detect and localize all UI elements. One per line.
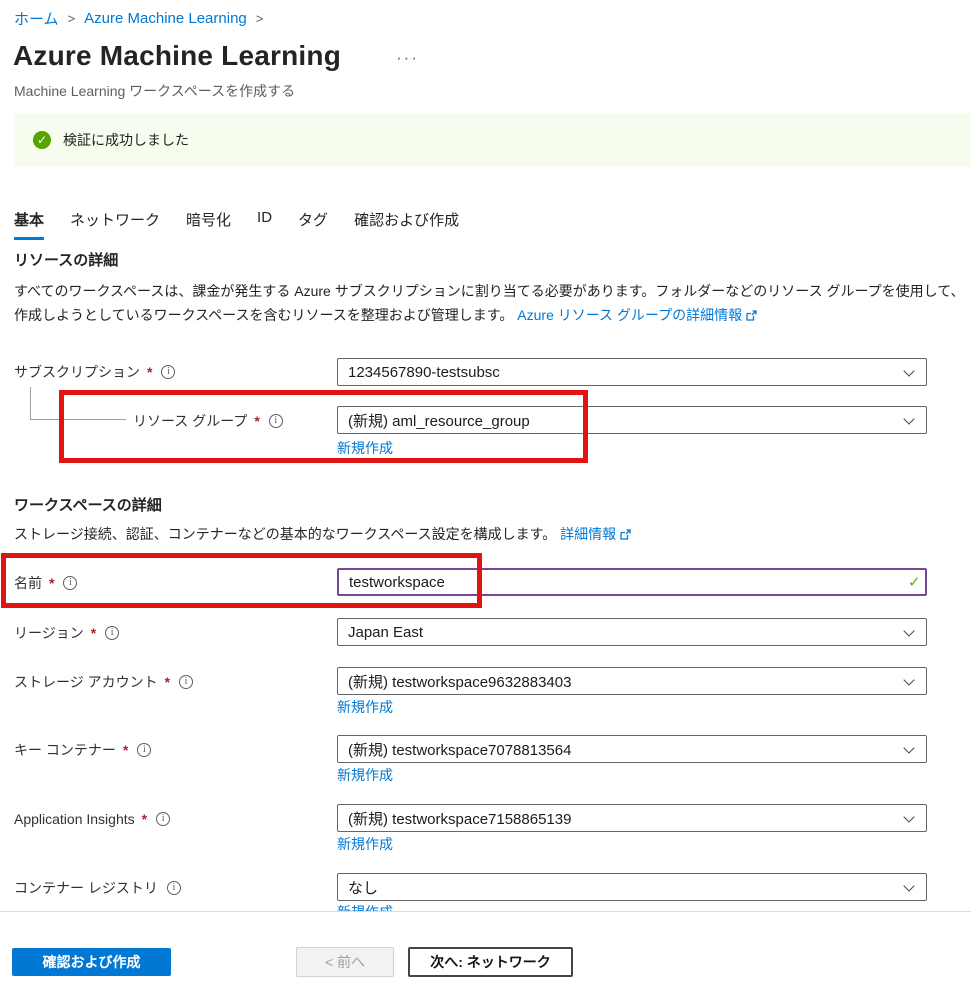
- section-heading-resource-details: リソースの詳細: [14, 249, 118, 270]
- chevron-down-icon: [903, 413, 914, 424]
- resource-details-description: すべてのワークスペースは、課金が発生する Azure サブスクリプションに割り当…: [14, 279, 965, 328]
- subscription-value: 1234567890-testsubsc: [348, 364, 500, 381]
- storage-account-label-text: ストレージ アカウント: [14, 672, 158, 692]
- validation-check-icon: ✓: [908, 573, 921, 591]
- region-label-text: リージョン: [14, 623, 84, 643]
- wizard-footer: 確認および作成 < 前へ 次へ: ネットワーク: [0, 911, 971, 988]
- field-hierarchy-connector: [30, 387, 126, 420]
- resource-group-dropdown[interactable]: (新規) aml_resource_group: [337, 406, 927, 434]
- section-heading-workspace-details: ワークスペースの詳細: [14, 494, 162, 515]
- required-marker: *: [165, 674, 170, 690]
- storage-account-label: ストレージ アカウント * i: [14, 672, 193, 692]
- resource-description-line2: 作成しようとしているワークスペースを含むリソースを整理および管理します。: [14, 307, 513, 323]
- create-new-key-vault-link[interactable]: 新規作成: [337, 765, 393, 785]
- application-insights-dropdown[interactable]: (新規) testworkspace7158865139: [337, 804, 927, 832]
- create-new-storage-link[interactable]: 新規作成: [337, 697, 393, 717]
- resource-group-value: (新規) aml_resource_group: [348, 410, 530, 431]
- key-vault-label: キー コンテナー * i: [14, 740, 151, 760]
- chevron-down-icon: [903, 625, 914, 636]
- container-registry-label-text: コンテナー レジストリ: [14, 878, 158, 898]
- application-insights-value: (新規) testworkspace7158865139: [348, 808, 571, 829]
- key-vault-dropdown[interactable]: (新規) testworkspace7078813564: [337, 735, 927, 763]
- workspace-name-input[interactable]: [337, 568, 927, 596]
- subscription-label: サブスクリプション * i: [14, 362, 175, 382]
- storage-account-value: (新規) testworkspace9632883403: [348, 671, 571, 692]
- name-label: 名前 * i: [14, 573, 77, 593]
- info-icon[interactable]: i: [179, 675, 193, 689]
- application-insights-label: Application Insights * i: [14, 809, 170, 829]
- chevron-down-icon: [903, 674, 914, 685]
- breadcrumb-aml-link[interactable]: Azure Machine Learning: [84, 10, 247, 27]
- success-check-icon: ✓: [33, 131, 51, 149]
- breadcrumb-separator: >: [256, 11, 264, 26]
- region-value: Japan East: [348, 624, 423, 641]
- tab-identity[interactable]: ID: [257, 209, 272, 240]
- container-registry-value: なし: [348, 877, 378, 898]
- chevron-down-icon: [903, 365, 914, 376]
- tab-basics[interactable]: 基本: [14, 209, 44, 240]
- tab-review-create[interactable]: 確認および作成: [354, 209, 459, 240]
- workspace-details-description: ストレージ接続、認証、コンテナーなどの基本的なワークスペース設定を構成します。 …: [14, 522, 631, 547]
- resource-group-info-link[interactable]: Azure リソース グループの詳細情報: [517, 307, 742, 323]
- info-icon[interactable]: i: [156, 812, 170, 826]
- resource-group-label-text: リソース グループ: [133, 411, 247, 431]
- external-link-icon: [746, 304, 757, 328]
- name-label-text: 名前: [14, 573, 42, 593]
- info-icon[interactable]: i: [105, 626, 119, 640]
- required-marker: *: [142, 811, 147, 827]
- container-registry-dropdown[interactable]: なし: [337, 873, 927, 901]
- breadcrumb: ホーム > Azure Machine Learning >: [14, 8, 263, 29]
- region-label: リージョン * i: [14, 623, 119, 643]
- required-marker: *: [123, 742, 128, 758]
- wizard-tabs: 基本 ネットワーク 暗号化 ID タグ 確認および作成: [14, 209, 459, 240]
- create-new-resource-group-link[interactable]: 新規作成: [337, 438, 393, 458]
- info-icon[interactable]: i: [269, 414, 283, 428]
- required-marker: *: [49, 575, 54, 591]
- key-vault-value: (新規) testworkspace7078813564: [348, 739, 571, 760]
- application-insights-label-text: Application Insights: [14, 811, 135, 827]
- chevron-down-icon: [903, 811, 914, 822]
- external-link-icon: [620, 523, 631, 547]
- resource-group-label: リソース グループ * i: [133, 411, 283, 431]
- tab-networking[interactable]: ネットワーク: [70, 209, 160, 240]
- key-vault-label-text: キー コンテナー: [14, 740, 116, 760]
- workspace-info-link[interactable]: 詳細情報: [560, 526, 616, 542]
- tab-encryption[interactable]: 暗号化: [186, 209, 231, 240]
- subscription-dropdown[interactable]: 1234567890-testsubsc: [337, 358, 927, 386]
- previous-button[interactable]: < 前へ: [296, 947, 394, 977]
- info-icon[interactable]: i: [137, 743, 151, 757]
- page-title: Azure Machine Learning: [13, 40, 341, 72]
- info-icon[interactable]: i: [167, 881, 181, 895]
- required-marker: *: [147, 364, 152, 380]
- chevron-down-icon: [903, 880, 914, 891]
- create-new-app-insights-link[interactable]: 新規作成: [337, 834, 393, 854]
- page-subtitle: Machine Learning ワークスペースを作成する: [14, 81, 295, 101]
- region-dropdown[interactable]: Japan East: [337, 618, 927, 646]
- required-marker: *: [91, 625, 96, 641]
- info-icon[interactable]: i: [161, 365, 175, 379]
- next-networking-button[interactable]: 次へ: ネットワーク: [408, 947, 573, 977]
- breadcrumb-separator: >: [68, 11, 76, 26]
- storage-account-dropdown[interactable]: (新規) testworkspace9632883403: [337, 667, 927, 695]
- required-marker: *: [254, 413, 259, 429]
- container-registry-label: コンテナー レジストリ i: [14, 878, 181, 898]
- chevron-down-icon: [903, 742, 914, 753]
- tab-tags[interactable]: タグ: [298, 209, 328, 240]
- review-and-create-button[interactable]: 確認および作成: [12, 948, 171, 976]
- validation-success-text: 検証に成功しました: [63, 130, 189, 150]
- resource-description-line1: すべてのワークスペースは、課金が発生する Azure サブスクリプションに割り当…: [14, 283, 965, 299]
- validation-success-banner: ✓ 検証に成功しました: [14, 113, 971, 167]
- workspace-description-text: ストレージ接続、認証、コンテナーなどの基本的なワークスペース設定を構成します。: [14, 526, 556, 542]
- info-icon[interactable]: i: [63, 576, 77, 590]
- breadcrumb-home-link[interactable]: ホーム: [14, 8, 59, 29]
- more-options-ellipsis-icon[interactable]: ···: [396, 48, 419, 68]
- subscription-label-text: サブスクリプション: [14, 362, 140, 382]
